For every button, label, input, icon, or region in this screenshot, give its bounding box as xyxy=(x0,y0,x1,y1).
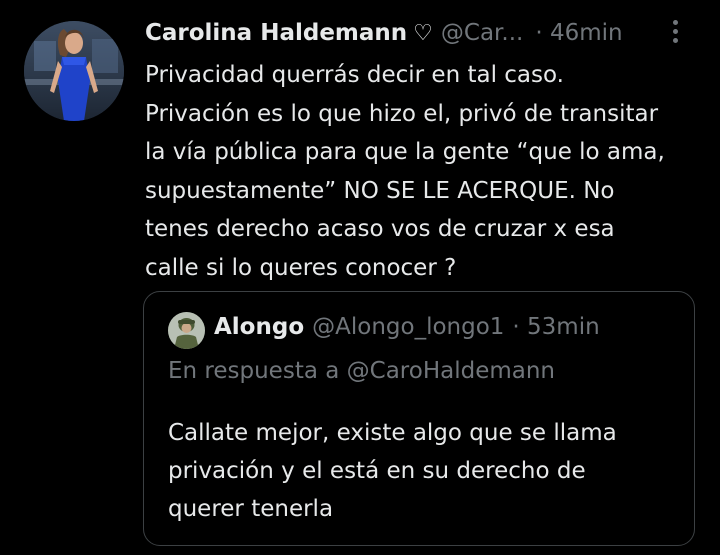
tweet-header: Carolina Haldemann ♡ @Car... · 46min xyxy=(145,16,705,50)
heart-outline-icon: ♡ xyxy=(413,20,433,46)
tweet[interactable]: Carolina Haldemann ♡ @Car... · 46min Pri… xyxy=(0,0,720,555)
author-handle[interactable]: @Car... xyxy=(441,20,523,46)
author-avatar[interactable] xyxy=(24,21,124,121)
quoted-author-name[interactable]: Alongo xyxy=(214,314,304,340)
tweet-text: Privacidad querrás decir en tal caso. Pr… xyxy=(145,62,665,281)
author-avatar-image xyxy=(24,21,124,121)
quoted-tweet-text: Callate mejor, existe algo que se llama … xyxy=(168,420,617,522)
quoted-author-avatar-image xyxy=(168,312,205,349)
quoted-tweet-header: Alongo @Alongo_longo1 · 53min xyxy=(214,314,600,340)
quoted-author-handle[interactable]: @Alongo_longo1 xyxy=(312,314,504,340)
more-vertical-icon[interactable] xyxy=(673,20,679,46)
quoted-author-avatar[interactable] xyxy=(168,312,205,349)
tweet-timestamp[interactable]: · 46min xyxy=(535,20,622,46)
reply-context[interactable]: En respuesta a @CaroHaldemann xyxy=(168,358,555,384)
quoted-tweet-card[interactable]: Alongo @Alongo_longo1 · 53min En respues… xyxy=(143,291,695,546)
quoted-tweet-timestamp[interactable]: · 53min xyxy=(512,314,599,340)
author-name[interactable]: Carolina Haldemann xyxy=(145,20,407,46)
